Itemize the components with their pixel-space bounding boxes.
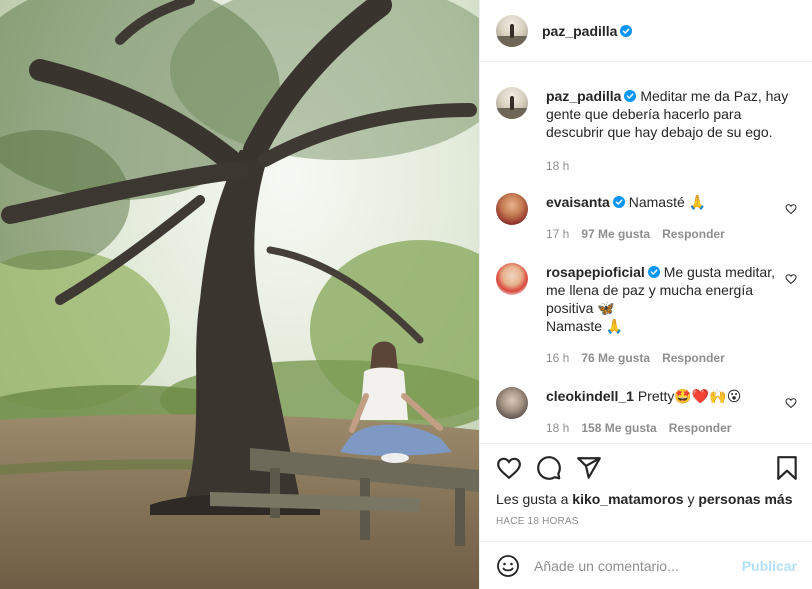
comment-username[interactable]: evaisanta: [546, 194, 610, 210]
photo-scene: [0, 0, 479, 589]
like-comment-heart-icon[interactable]: [785, 273, 797, 285]
likes-connector: y: [687, 491, 695, 507]
caption-avatar[interactable]: [496, 87, 528, 119]
heart-icon[interactable]: [496, 455, 522, 481]
likes-others[interactable]: personas más: [698, 491, 792, 507]
caption-username[interactable]: paz_padilla: [546, 88, 621, 104]
post-caption: paz_padilla Meditar me da Paz, hay gente…: [496, 87, 796, 175]
commenter-avatar[interactable]: [496, 387, 528, 419]
commenter-avatar[interactable]: [496, 263, 528, 295]
comment-time[interactable]: 16 h: [546, 349, 569, 367]
action-icons: [496, 455, 797, 481]
post-panel: paz_padilla paz_padilla Meditar me da Pa…: [479, 0, 812, 589]
publish-button[interactable]: Publicar: [742, 558, 797, 574]
likes-prefix: Les gusta a: [496, 491, 569, 507]
comment-username[interactable]: rosapepioficial: [546, 264, 645, 280]
commenter-avatar[interactable]: [496, 193, 528, 225]
comment-item: evaisanta Namasté 🙏 17 h 97 Me gusta Res…: [496, 193, 778, 243]
comment-text: Pretty🤩❤️🙌😮: [637, 388, 742, 404]
reply-button[interactable]: Responder: [662, 349, 725, 367]
caption-time[interactable]: 18 h: [546, 157, 569, 175]
comment-username[interactable]: cleokindell_1: [546, 388, 634, 404]
comment-input[interactable]: [534, 558, 742, 574]
comment-icon[interactable]: [536, 455, 562, 481]
reply-button[interactable]: Responder: [662, 225, 725, 243]
add-comment-bar: Publicar: [480, 541, 812, 589]
comments-list: paz_padilla Meditar me da Paz, hay gente…: [480, 63, 812, 443]
post-actions: Les gusta a kiko_matamoros y personas má…: [480, 443, 812, 589]
post-timestamp[interactable]: HACE 18 HORAS: [496, 516, 579, 527]
share-icon[interactable]: [576, 455, 602, 481]
comment-item: cleokindell_1 Pretty🤩❤️🙌😮 18 h 158 Me gu…: [496, 387, 778, 437]
comment-time[interactable]: 17 h: [546, 225, 569, 243]
verified-badge-icon: [612, 196, 625, 208]
post-viewer: paz_padilla paz_padilla Meditar me da Pa…: [0, 0, 812, 589]
comment-likes[interactable]: 97 Me gusta: [581, 225, 650, 243]
verified-badge-icon: [647, 266, 660, 278]
verified-badge-icon: [620, 24, 633, 37]
comment-item: rosapepioficial Me gusta meditar, me lle…: [496, 263, 778, 367]
post-header: paz_padilla: [480, 0, 812, 62]
like-comment-heart-icon[interactable]: [785, 203, 797, 215]
likes-summary: Les gusta a kiko_matamoros y personas má…: [496, 491, 793, 507]
reply-button[interactable]: Responder: [669, 419, 732, 437]
comment-likes[interactable]: 158 Me gusta: [581, 419, 656, 437]
like-comment-heart-icon[interactable]: [785, 397, 797, 409]
verified-badge-icon: [624, 90, 637, 102]
post-photo[interactable]: [0, 0, 479, 589]
comment-time[interactable]: 18 h: [546, 419, 569, 437]
emoji-icon[interactable]: [496, 554, 520, 578]
bookmark-icon[interactable]: [774, 455, 800, 481]
author-avatar[interactable]: [496, 14, 528, 47]
comment-text-line2: Namaste 🙏: [546, 318, 624, 334]
comment-likes[interactable]: 76 Me gusta: [581, 349, 650, 367]
author-username[interactable]: paz_padilla: [542, 23, 617, 39]
likes-user[interactable]: kiko_matamoros: [572, 491, 683, 507]
comment-text: Namasté 🙏: [628, 194, 707, 210]
